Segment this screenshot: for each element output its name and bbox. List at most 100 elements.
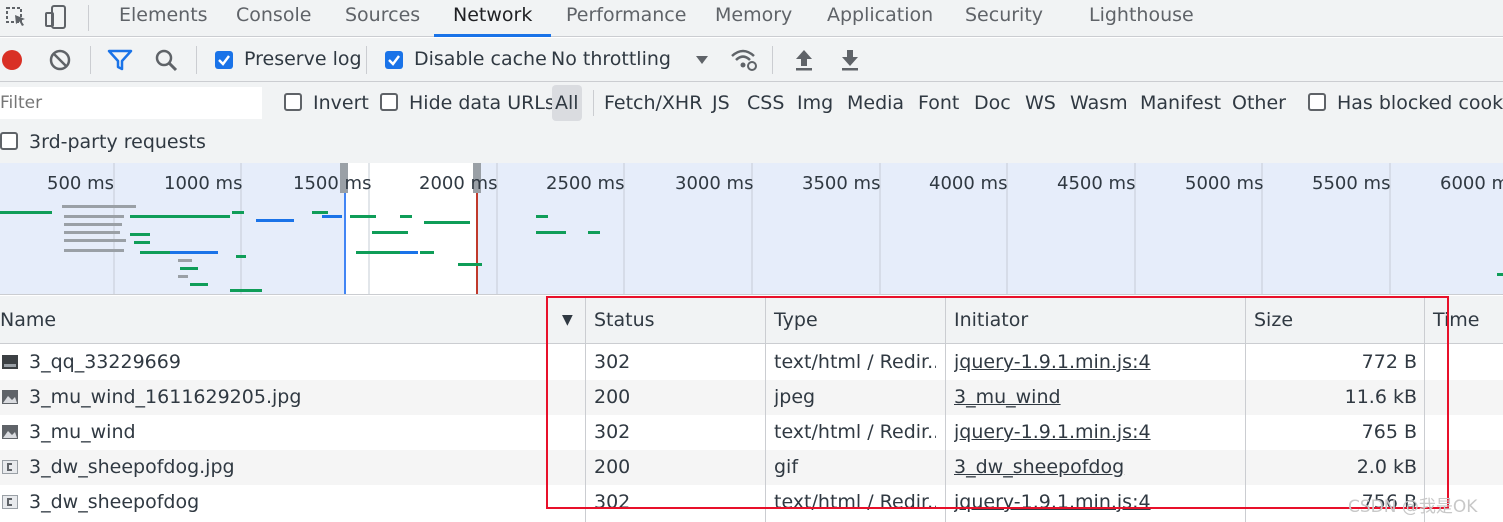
timeline-tick: 3000 ms	[675, 173, 754, 194]
request-name: 3_dw_sheepofdog.jpg	[29, 456, 235, 478]
request-initiator-link[interactable]: 3_mu_wind	[954, 380, 1234, 415]
request-size: 765 B	[1361, 421, 1417, 443]
table-row[interactable]: 3_qq_33229669 302 text/html / Redir... j…	[0, 345, 1503, 380]
request-type: text/html / Redir...	[774, 351, 936, 373]
request-initiator-link[interactable]: jquery-1.9.1.min.js:4	[954, 415, 1234, 450]
record-button[interactable]	[0, 46, 26, 74]
request-name: 3_dw_sheepofdog	[29, 491, 200, 513]
timeline-tick: 4000 ms	[929, 173, 1008, 194]
chevron-down-icon[interactable]	[688, 46, 716, 74]
tab-lighthouse[interactable]: Lighthouse	[1089, 0, 1194, 37]
has-blocked-cookies-checkbox[interactable]	[1308, 93, 1326, 111]
filter-type-other[interactable]: Other	[1232, 85, 1286, 121]
timeline-tick: 1500 ms	[293, 173, 372, 194]
filter-bar: Invert Hide data URLs All Fetch/XHR JS C…	[0, 82, 1503, 164]
filter-type-js[interactable]: JS	[712, 85, 730, 121]
divider	[366, 46, 367, 74]
request-size: 2.0 kB	[1356, 456, 1417, 478]
table-row[interactable]: 3_dw_sheepofdog.jpg 200 gif 3_dw_sheepof…	[0, 450, 1503, 485]
column-header-time[interactable]: Time	[1433, 296, 1480, 344]
sort-descending-icon[interactable]: ▼	[562, 296, 573, 344]
request-initiator-link[interactable]: 3_dw_sheepofdog	[954, 450, 1234, 485]
timeline-tick: 5000 ms	[1185, 173, 1264, 194]
network-conditions-icon[interactable]	[730, 46, 758, 74]
preserve-log-label: Preserve log	[244, 48, 362, 70]
filter-type-css[interactable]: CSS	[747, 85, 784, 121]
divider	[88, 5, 89, 31]
column-header-status[interactable]: Status	[594, 296, 655, 344]
filter-type-fetch-xhr[interactable]: Fetch/XHR	[604, 85, 702, 121]
filter-input[interactable]	[0, 87, 262, 119]
invert-checkbox[interactable]	[284, 93, 302, 111]
tab-performance[interactable]: Performance	[566, 0, 686, 37]
disable-cache-checkbox[interactable]	[385, 51, 403, 69]
request-status: 302	[594, 421, 631, 443]
column-divider[interactable]	[1424, 296, 1425, 522]
filter-type-ws[interactable]: WS	[1025, 85, 1056, 121]
tab-sources[interactable]: Sources	[345, 0, 420, 37]
column-divider[interactable]	[765, 296, 766, 522]
import-har-icon[interactable]	[790, 46, 818, 74]
tab-network[interactable]: Network	[434, 0, 552, 37]
tab-security[interactable]: Security	[965, 0, 1043, 37]
network-overview[interactable]: 500 ms 1000 ms 1500 ms 2000 ms 2500 ms 3…	[0, 163, 1503, 295]
throttling-select[interactable]: No throttling	[551, 48, 671, 70]
request-size: 772 B	[1361, 351, 1417, 373]
filter-type-img[interactable]: Img	[797, 85, 833, 121]
gif-icon	[2, 495, 18, 509]
tab-memory[interactable]: Memory	[715, 0, 792, 37]
filter-type-wasm[interactable]: Wasm	[1070, 85, 1128, 121]
timeline-tick: 2500 ms	[546, 173, 625, 194]
tab-elements[interactable]: Elements	[119, 0, 208, 37]
hide-data-urls-label: Hide data URLs	[409, 92, 555, 114]
hide-data-urls-checkbox[interactable]	[380, 93, 398, 111]
network-toolbar: Preserve log Disable cache No throttling	[0, 38, 1503, 82]
divider	[593, 90, 594, 116]
request-status: 302	[594, 351, 631, 373]
table-row[interactable]: 3_dw_sheepofdog 302 text/html / Redir...…	[0, 485, 1503, 520]
divider	[772, 46, 773, 74]
filter-type-manifest[interactable]: Manifest	[1140, 85, 1221, 121]
filter-type-all[interactable]: All	[552, 85, 582, 121]
search-icon[interactable]	[152, 46, 180, 74]
timeline-tick: 500 ms	[47, 173, 114, 194]
dark-image-icon	[2, 355, 18, 369]
gif-icon	[2, 460, 18, 474]
tab-application[interactable]: Application	[827, 0, 933, 37]
request-table-header: Name ▼ Status Type Initiator Size Time	[0, 296, 1503, 344]
third-party-requests-checkbox[interactable]	[0, 132, 18, 150]
photo-icon	[2, 425, 18, 439]
filter-type-doc[interactable]: Doc	[974, 85, 1011, 121]
column-divider[interactable]	[945, 296, 946, 522]
request-type: gif	[774, 456, 799, 478]
column-divider[interactable]	[585, 296, 586, 522]
filter-type-font[interactable]: Font	[918, 85, 959, 121]
filter-type-media[interactable]: Media	[847, 85, 904, 121]
export-har-icon[interactable]	[836, 46, 864, 74]
column-header-initiator[interactable]: Initiator	[954, 296, 1028, 344]
clear-icon[interactable]	[46, 46, 74, 74]
preserve-log-checkbox[interactable]	[215, 51, 233, 69]
column-divider[interactable]	[1245, 296, 1246, 522]
column-header-size[interactable]: Size	[1254, 296, 1293, 344]
timeline-tick: 5500 ms	[1312, 173, 1391, 194]
table-row[interactable]: 3_mu_wind 302 text/html / Redir... jquer…	[0, 415, 1503, 450]
invert-label: Invert	[313, 92, 369, 114]
column-header-name[interactable]: Name	[0, 296, 56, 344]
timeline-tick: 2000 ms	[419, 173, 498, 194]
request-initiator-link[interactable]: jquery-1.9.1.min.js:4	[954, 345, 1234, 380]
request-name: 3_mu_wind_1611629205.jpg	[29, 386, 302, 408]
request-initiator-link[interactable]: jquery-1.9.1.min.js:4	[954, 485, 1234, 520]
table-row[interactable]: 3_mu_wind_1611629205.jpg 200 jpeg 3_mu_w…	[0, 380, 1503, 415]
timeline-tick: 6000 m	[1440, 173, 1503, 194]
device-toolbar-icon[interactable]	[42, 3, 70, 31]
column-header-type[interactable]: Type	[774, 296, 818, 344]
tab-console[interactable]: Console	[236, 0, 311, 37]
timeline-tick: 4500 ms	[1057, 173, 1136, 194]
divider	[90, 46, 91, 74]
disable-cache-label: Disable cache	[414, 48, 547, 70]
filter-icon[interactable]	[106, 46, 134, 74]
watermark: CSDN @我是OK	[1348, 497, 1478, 517]
photo-icon	[2, 390, 18, 404]
inspect-element-icon[interactable]	[2, 3, 30, 31]
